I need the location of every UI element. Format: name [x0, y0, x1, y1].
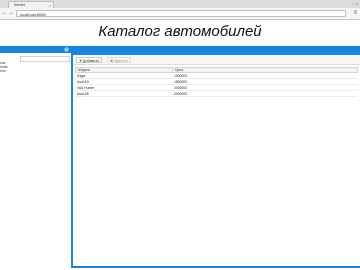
delete-icon: ✖ — [110, 59, 114, 63]
browser-tab-title: Servlet — [14, 3, 25, 7]
delete-button-label: Удалить — [114, 59, 128, 63]
left-panel-header — [0, 46, 71, 53]
add-icon: ✚ — [79, 59, 83, 63]
catalog-panel-header — [73, 48, 360, 55]
cell-price: 2000000 — [174, 92, 188, 96]
catalog-panel: ✚Добавить ✖Удалить Модель Цена Лада 1300… — [71, 46, 360, 268]
address-bar: ← → localhost:8080 ≡ — [0, 8, 360, 20]
forward-arrow-icon[interactable]: → — [8, 9, 14, 18]
browser-tab-bar: Servlet × – × — [0, 0, 360, 8]
left-navigation-panel: сси ения нчи — [0, 46, 72, 268]
filter-input[interactable] — [20, 56, 70, 62]
window-controls[interactable]: – × — [352, 1, 358, 6]
url-input[interactable]: localhost:8080 — [16, 10, 346, 17]
tree-item[interactable]: нчи — [0, 69, 6, 73]
page-title: Каталог автомобилей — [98, 23, 262, 40]
cell-model: Audi A5 — [77, 92, 89, 96]
table-row[interactable]: Audi A5 2000000 — [75, 91, 358, 97]
add-button[interactable]: ✚Добавить — [76, 57, 102, 63]
browser-tab[interactable]: Servlet × — [8, 1, 54, 8]
settings-gear-icon[interactable] — [64, 46, 69, 55]
delete-button[interactable]: ✖Удалить — [107, 57, 131, 63]
add-button-label: Добавить — [83, 59, 99, 63]
grid-toolbar: ✚Добавить ✖Удалить — [73, 55, 360, 65]
browser-menu-icon[interactable]: ≡ — [353, 9, 357, 18]
cars-grid: Модель Цена Лада 1300000 Audi A3 1800000… — [75, 67, 358, 97]
